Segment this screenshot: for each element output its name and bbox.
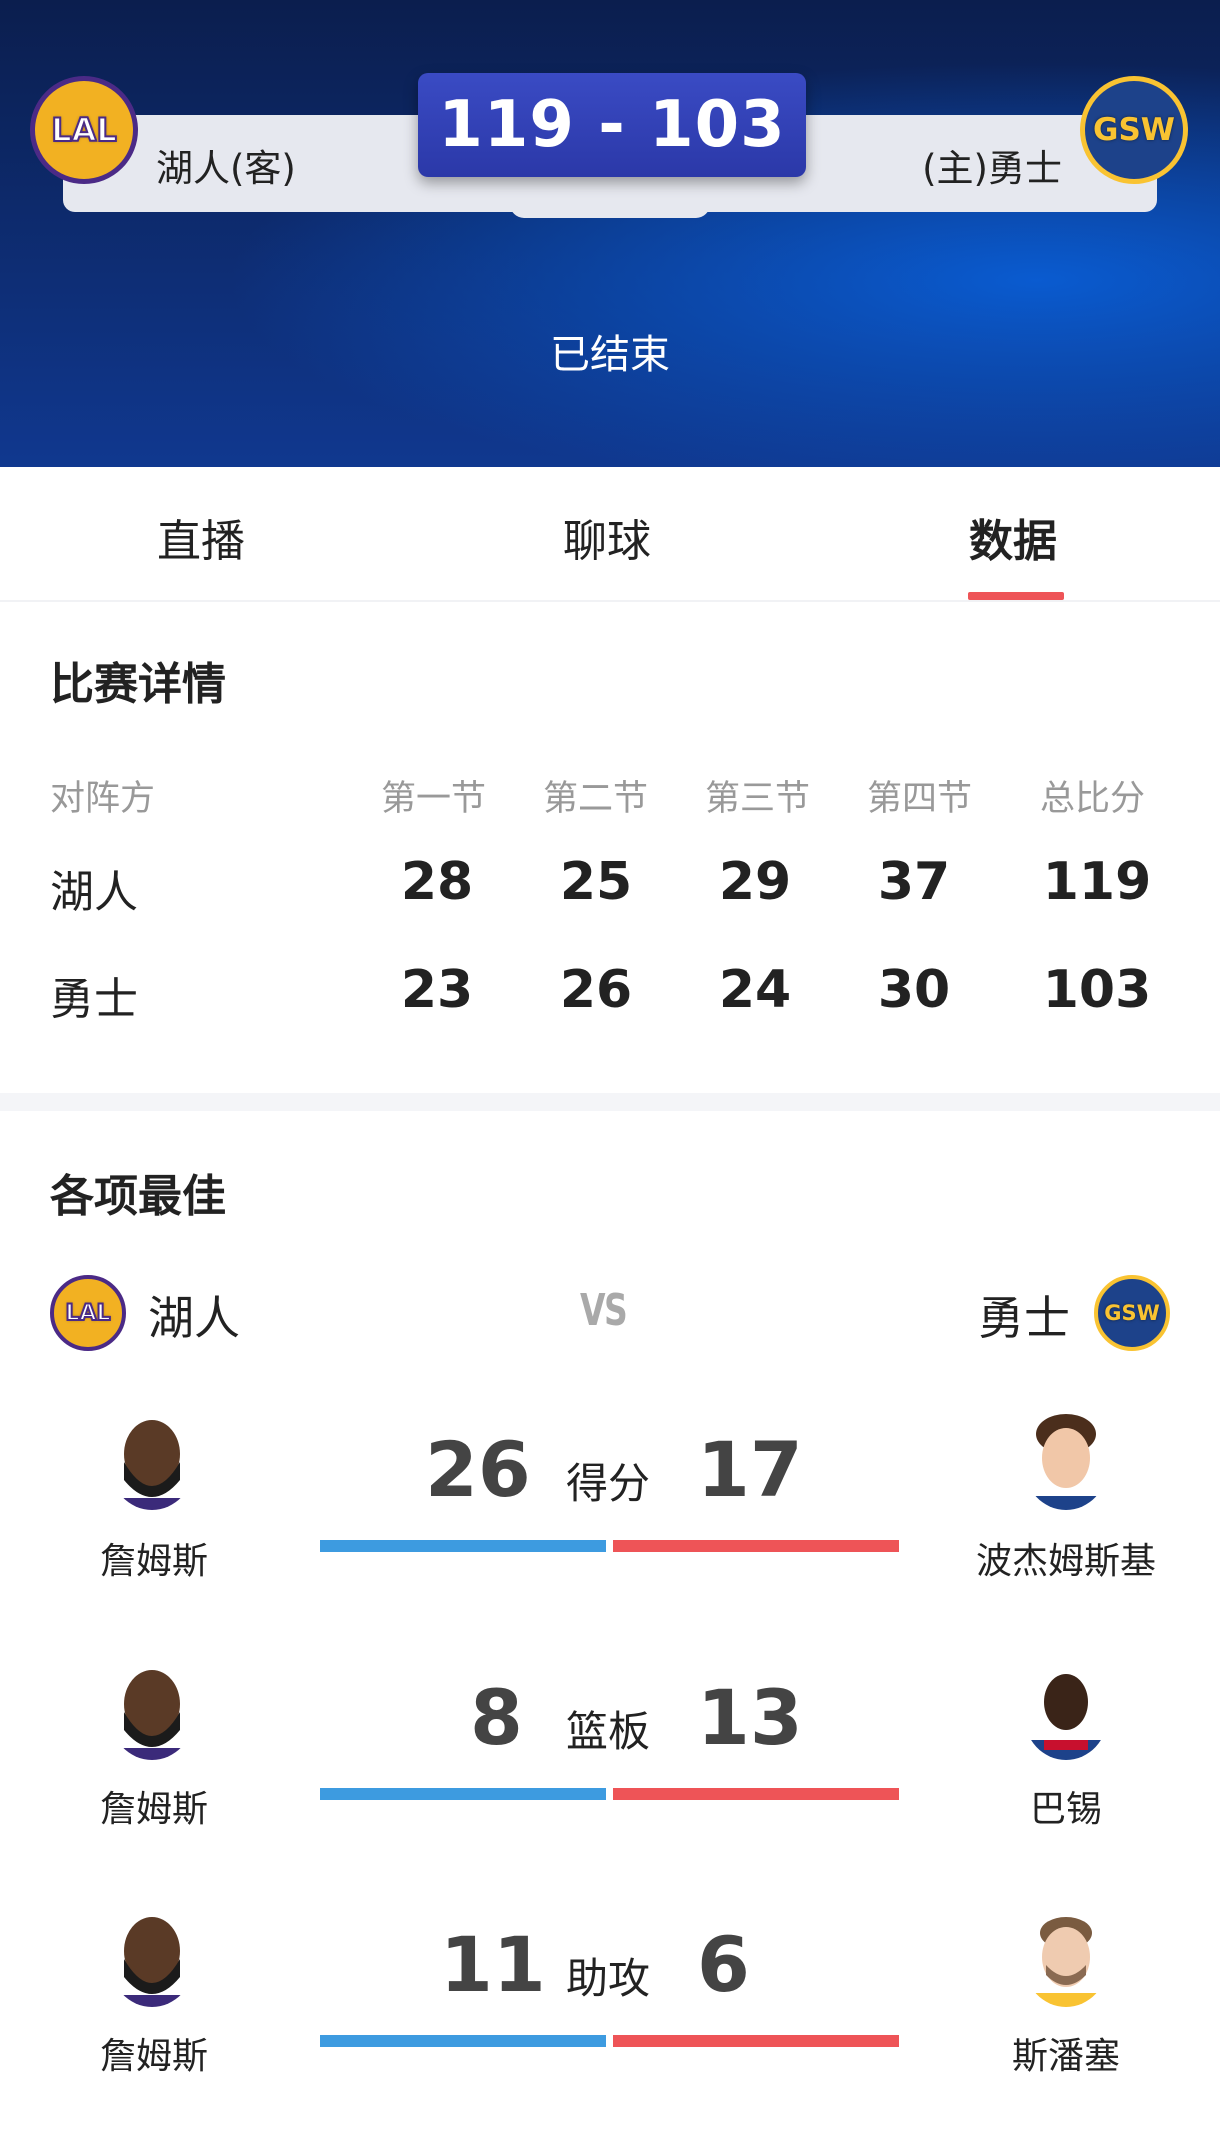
warriors-q4: 30	[877, 960, 951, 1020]
stat-bar-left	[320, 2035, 606, 2047]
leader-left-player[interactable]: 詹姆斯	[34, 1532, 274, 1584]
warriors-logo-small-icon[interactable]: GSW	[1094, 1275, 1170, 1351]
score-box: 119 - 103	[418, 73, 806, 177]
lakers-q3: 29	[718, 852, 792, 912]
score-strip-notch	[510, 200, 710, 218]
stat-label-assists: 助攻	[565, 1954, 650, 2003]
lakers-q1: 28	[400, 852, 474, 912]
player-avatar-spencer[interactable]	[1024, 1907, 1108, 2007]
leader-right-value: 17	[697, 1425, 803, 1514]
leader-left-player[interactable]: 詹姆斯	[34, 1780, 274, 1832]
lakers-logo-icon[interactable]: LAL	[30, 76, 138, 184]
warriors-q3: 24	[718, 960, 792, 1020]
header-total: 总比分	[1040, 779, 1146, 819]
stat-bar-left	[320, 1788, 606, 1800]
header-q3: 第三节	[705, 779, 811, 819]
player-avatar-james[interactable]	[110, 1660, 194, 1760]
final-score: 119 - 103	[438, 88, 786, 162]
section-divider	[0, 1093, 1220, 1111]
leader-right-value: 6	[697, 1920, 750, 2009]
header-q1: 第一节	[381, 779, 487, 819]
stat-bar-right	[613, 1788, 899, 1800]
lakers-q4: 37	[877, 852, 951, 912]
leader-left-value: 26	[425, 1425, 531, 1514]
lakers-total: 119	[1042, 852, 1152, 912]
leader-left-player[interactable]: 詹姆斯	[34, 2027, 274, 2079]
tab-bar: 直播 聊球 数据	[0, 467, 1220, 602]
away-team-name[interactable]: 湖人(客)	[156, 138, 296, 192]
stat-bar-left	[320, 1540, 606, 1552]
active-tab-indicator	[968, 592, 1064, 600]
header-q2: 第二节	[543, 779, 649, 819]
lakers-logo-small-icon[interactable]: LAL	[50, 1275, 126, 1351]
row-team-warriors: 勇士	[50, 974, 138, 1025]
game-details-title: 比赛详情	[50, 659, 226, 710]
warriors-q1: 23	[400, 960, 474, 1020]
stat-bar-right	[613, 2035, 899, 2047]
player-avatar-bassey[interactable]	[1024, 1660, 1108, 1760]
vs-label: VS	[580, 1285, 628, 1336]
header-q4: 第四节	[867, 779, 973, 819]
leader-right-player[interactable]: 巴锡	[946, 1780, 1186, 1832]
lakers-q2: 25	[559, 852, 633, 912]
game-header: LAL 湖人(客) 119 - 103 (主)勇士 GSW 已结束	[0, 0, 1220, 467]
stat-bar-right	[613, 1540, 899, 1552]
row-team-lakers: 湖人	[50, 867, 138, 918]
warriors-total: 103	[1042, 960, 1152, 1020]
tab-data[interactable]: 数据	[969, 505, 1057, 569]
tab-chat[interactable]: 聊球	[563, 505, 651, 569]
leaders-right-team[interactable]: 勇士	[978, 1282, 1070, 1348]
tab-live[interactable]: 直播	[157, 505, 245, 569]
leader-right-value: 13	[697, 1673, 803, 1762]
leaders-title: 各项最佳	[50, 1171, 226, 1222]
game-status: 已结束	[550, 332, 670, 378]
leader-left-value: 11	[440, 1920, 546, 2009]
warriors-q2: 26	[559, 960, 633, 1020]
leaders-left-team[interactable]: 湖人	[148, 1282, 240, 1348]
leader-right-player[interactable]: 波杰姆斯基	[946, 1532, 1186, 1584]
leader-left-value: 8	[470, 1673, 523, 1762]
header-matchup: 对阵方	[50, 779, 156, 819]
player-avatar-james[interactable]	[110, 1907, 194, 2007]
stat-label-points: 得分	[565, 1459, 650, 1508]
player-avatar-james[interactable]	[110, 1410, 194, 1510]
stat-label-rebounds: 篮板	[565, 1707, 650, 1756]
home-team-name[interactable]: (主)勇士	[922, 138, 1062, 192]
leader-right-player[interactable]: 斯潘塞	[946, 2027, 1186, 2079]
player-avatar-podziemski[interactable]	[1024, 1410, 1108, 1510]
warriors-logo-icon[interactable]: GSW	[1080, 76, 1188, 184]
